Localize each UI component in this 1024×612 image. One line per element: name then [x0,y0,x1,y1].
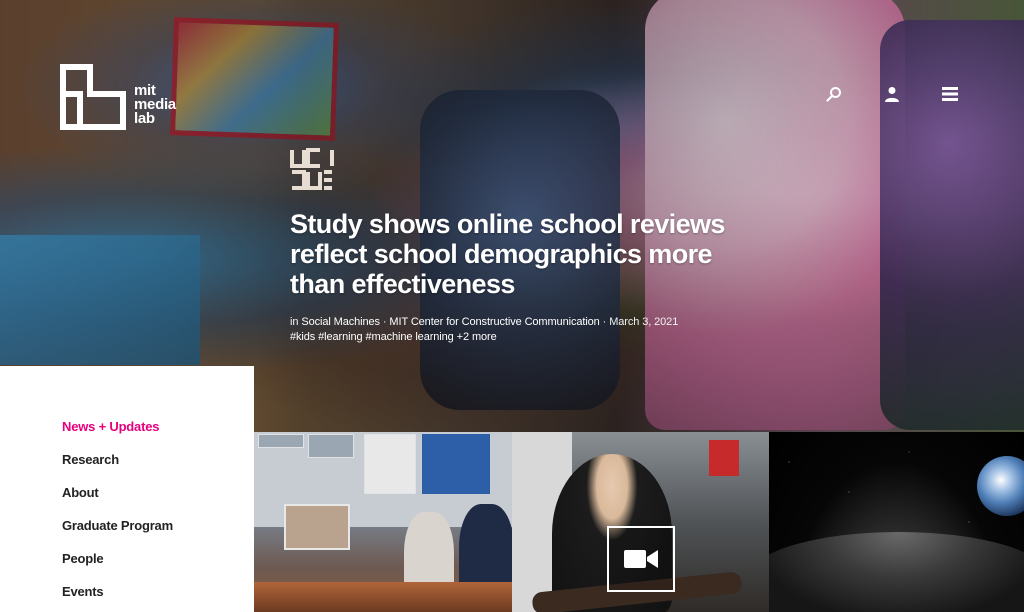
site-logo[interactable]: mit media lab [60,64,176,130]
article-headline[interactable]: Study shows online school reviews reflec… [290,209,760,299]
video-camera-icon [624,550,658,568]
menu-icon[interactable] [940,84,960,104]
tile-thumbnail [258,434,304,448]
media-lab-logo-mark [60,64,126,130]
tile-lunar-surface [769,532,1024,612]
story-tile-ar-demo[interactable] [254,432,512,612]
article-tags: #kids #learning #machine learning +2 mor… [290,330,760,345]
nav-item-about[interactable]: About [62,484,254,517]
nav-item-graduate-program[interactable]: Graduate Program [62,517,254,550]
video-play-button[interactable] [607,526,675,592]
nav-item-events[interactable]: Events [62,583,254,612]
more-tags-link[interactable]: +2 more [457,331,497,343]
user-icon[interactable] [882,84,902,104]
tile-exit-sign [709,440,739,476]
logo-line-3: lab [134,110,155,127]
tag-link[interactable]: #machine learning [365,331,453,343]
meta-separator: · [379,316,390,328]
tile-blueprint [422,434,490,494]
social-machines-group-icon[interactable] [290,148,334,190]
tile-thumbnail [364,434,416,494]
nav-item-people[interactable]: People [62,550,254,583]
logo-wordmark: mit media lab [134,83,176,127]
article-meta: in Social Machines · MIT Center for Cons… [290,315,760,345]
story-tile-video[interactable] [512,432,769,612]
meta-center-link[interactable]: MIT Center for Constructive Communicatio… [389,316,599,328]
nav-item-news-updates[interactable]: News + Updates [62,418,254,451]
nav-item-research[interactable]: Research [62,451,254,484]
tag-link[interactable]: #learning [318,331,362,343]
tile-terrain-model [254,582,512,612]
header-actions [824,84,960,104]
story-tile-earthrise[interactable] [769,432,1024,612]
hero-backpack-purple [880,20,1024,430]
main-nav: News + Updates Research About Graduate P… [0,366,254,612]
meta-prefix: in [290,316,302,328]
tile-thumbnail [308,434,354,458]
featured-article: Study shows online school reviews reflec… [290,148,760,345]
meta-group-link[interactable]: Social Machines [301,316,380,328]
meta-date: March 3, 2021 [609,316,679,328]
tile-video-screen [284,504,350,550]
hero-wall-map [169,17,340,141]
article-byline: in Social Machines · MIT Center for Cons… [290,315,760,330]
search-icon[interactable] [824,84,844,104]
tag-link[interactable]: #kids [290,331,315,343]
meta-separator: · [599,316,610,328]
hero-bins [0,235,200,365]
